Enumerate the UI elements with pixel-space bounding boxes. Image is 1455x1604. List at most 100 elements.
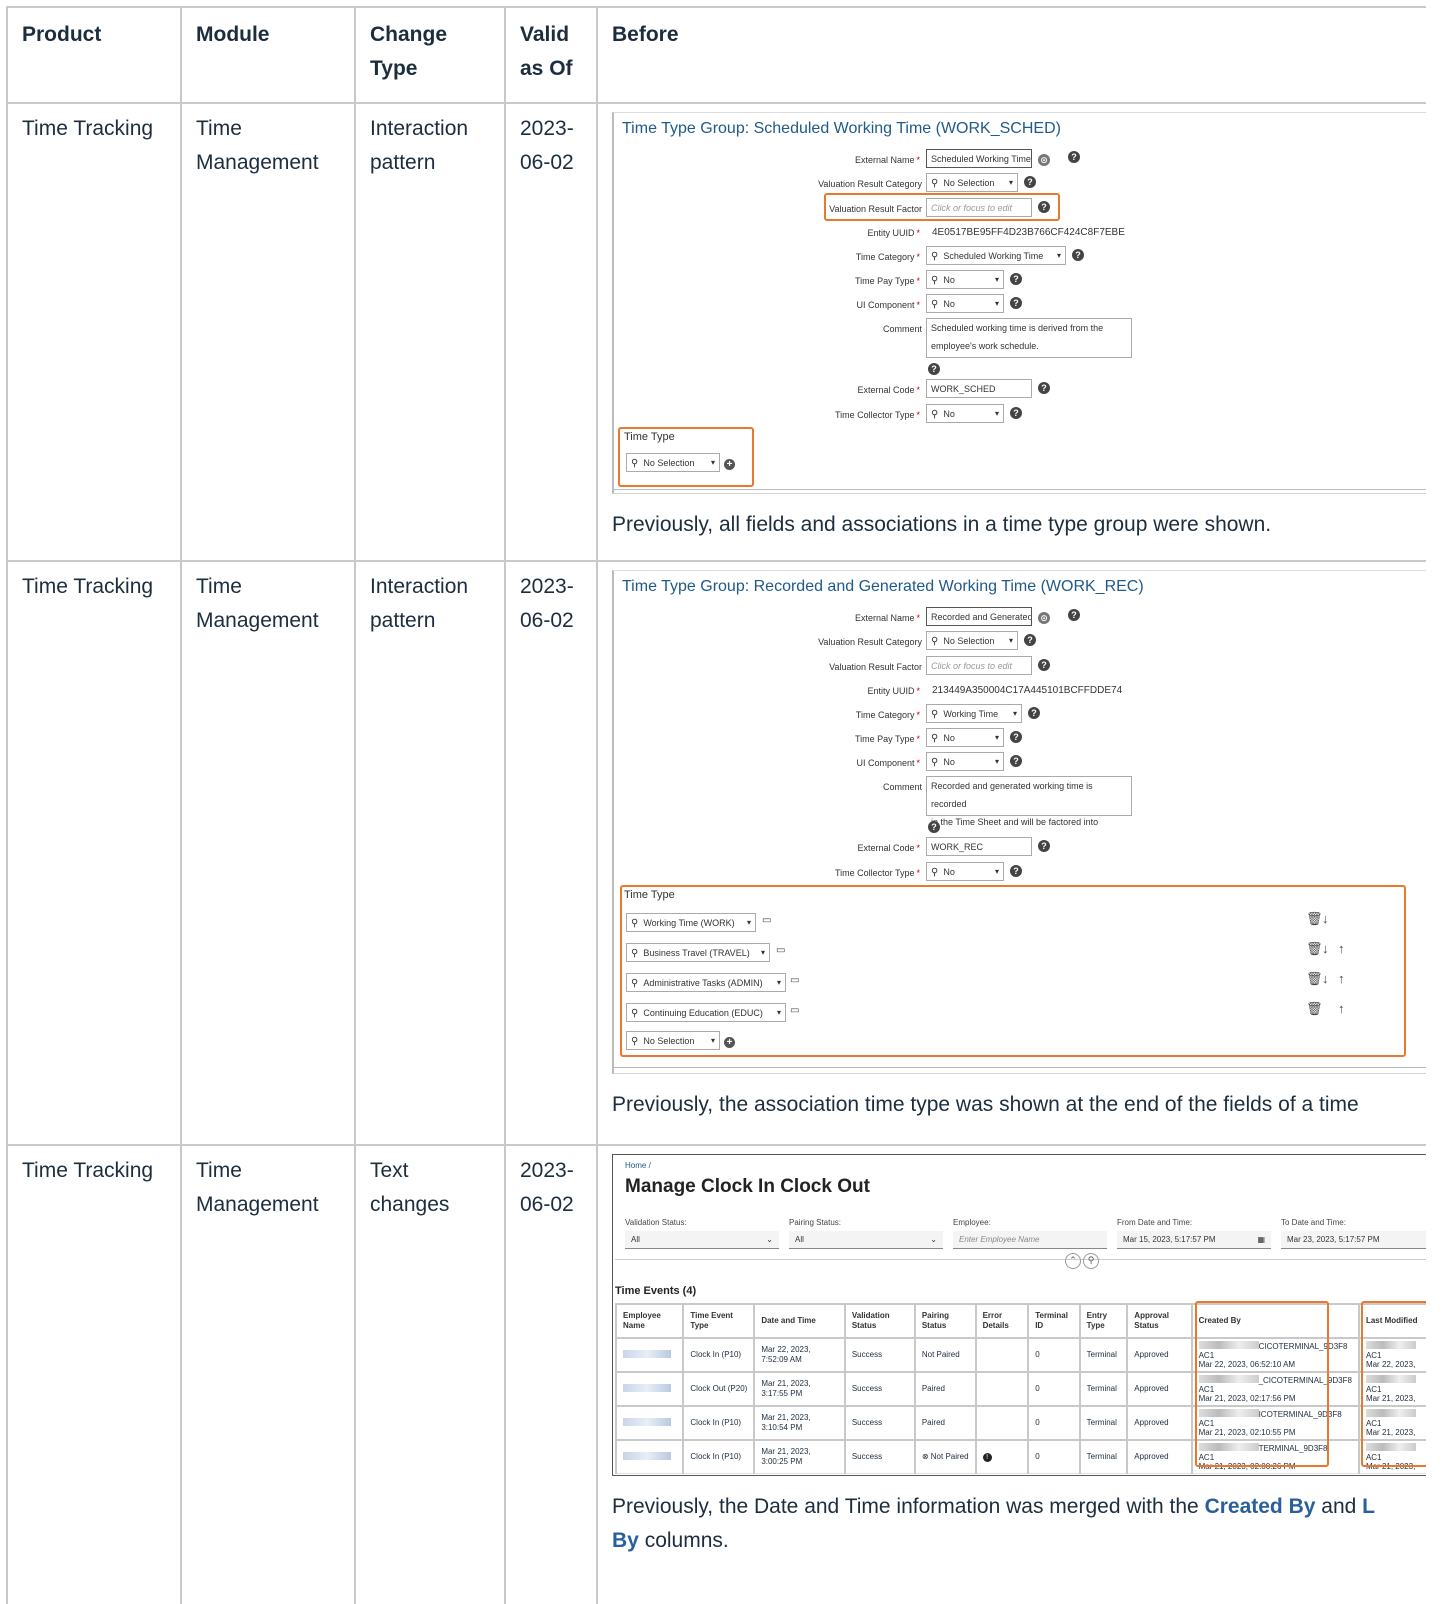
help-icon[interactable]: ? bbox=[1038, 840, 1050, 852]
chevron-down-icon: ⌄ bbox=[766, 1235, 773, 1244]
arrow-up-icon[interactable]: ↑ bbox=[1338, 942, 1345, 955]
col-validation[interactable]: Validation Status bbox=[843, 1303, 916, 1339]
help-icon[interactable]: ? bbox=[1010, 865, 1022, 877]
caption-continued: By columns. bbox=[612, 1529, 729, 1552]
group-title: Time Type Group: Recorded and Generated … bbox=[622, 578, 1144, 595]
divider bbox=[614, 489, 1426, 490]
time-type-select[interactable]: ⚲ Working Time (WORK) ▾ bbox=[626, 913, 756, 932]
arrow-down-icon[interactable]: ↓ bbox=[1322, 972, 1329, 985]
time-collector-select[interactable]: ⚲ No ▾ bbox=[926, 404, 1004, 423]
external-code-label: External Code * bbox=[857, 843, 920, 853]
comment-textarea[interactable]: Recorded and generated working time is r… bbox=[926, 776, 1132, 827]
help-icon[interactable]: ? bbox=[1038, 382, 1050, 394]
details-icon[interactable]: ▭ bbox=[790, 975, 799, 987]
breadcrumb[interactable]: Home / bbox=[625, 1160, 651, 1172]
ui-component-label: UI Component * bbox=[856, 758, 920, 768]
ui-component-select[interactable]: ⚲ No ▾ bbox=[926, 752, 1004, 771]
search-icon: ⚲ bbox=[931, 251, 939, 262]
last-modified-link[interactable]: L bbox=[1362, 1495, 1375, 1518]
validation-status-label: Validation Status: bbox=[625, 1218, 687, 1227]
help-icon[interactable]: ? bbox=[1024, 176, 1036, 188]
external-name-field[interactable]: Recorded and Generated bbox=[926, 607, 1032, 626]
help-icon[interactable]: ? bbox=[1028, 707, 1040, 719]
col-date-time[interactable]: Date and Time bbox=[753, 1303, 846, 1339]
time-type-select[interactable]: ⚲ Continuing Education (EDUC) ▾ bbox=[626, 1003, 786, 1022]
time-type-select[interactable]: ⚲ No Selection ▾ bbox=[626, 1031, 720, 1050]
col-employee[interactable]: Employee Name bbox=[614, 1303, 685, 1339]
pairing-status-select[interactable]: All ⌄ bbox=[789, 1231, 943, 1249]
col-approval[interactable]: Approval Status bbox=[1126, 1303, 1193, 1339]
help-icon[interactable]: ? bbox=[1024, 634, 1036, 646]
table-row: Time Tracking Time Management Text chang… bbox=[6, 1144, 1426, 1604]
help-icon[interactable]: ? bbox=[928, 821, 940, 833]
translate-icon[interactable]: ⊙ bbox=[1038, 154, 1050, 166]
col-event-type[interactable]: Time Event Type bbox=[682, 1303, 756, 1339]
employee-label: Employee: bbox=[953, 1218, 991, 1227]
valuation-factor-input[interactable]: Click or focus to edit bbox=[926, 198, 1032, 217]
time-type-select[interactable]: ⚲ Business Travel (TRAVEL) ▾ bbox=[626, 943, 770, 962]
col-error[interactable]: Error Details bbox=[974, 1303, 1030, 1339]
ui-component-select[interactable]: ⚲ No ▾ bbox=[926, 294, 1004, 313]
time-category-select[interactable]: ⚲ Working Time ▾ bbox=[926, 704, 1022, 723]
calendar-icon: ▦ bbox=[1257, 1235, 1265, 1244]
header-before: Before bbox=[596, 6, 1426, 104]
help-icon[interactable]: ? bbox=[928, 363, 940, 375]
col-pairing[interactable]: Pairing Status bbox=[913, 1303, 977, 1339]
external-name-field[interactable]: Scheduled Working Time bbox=[926, 149, 1032, 168]
help-icon[interactable]: ? bbox=[1072, 249, 1084, 261]
help-icon[interactable]: ? bbox=[1068, 609, 1080, 621]
time-type-select[interactable]: ⚲ Administrative Tasks (ADMIN) ▾ bbox=[626, 973, 786, 992]
time-pay-type-select[interactable]: ⚲ No ▾ bbox=[926, 728, 1004, 747]
help-icon[interactable]: ? bbox=[1038, 659, 1050, 671]
arrow-down-icon[interactable]: ↓ bbox=[1322, 912, 1329, 925]
translate-icon[interactable]: ⊙ bbox=[1038, 612, 1050, 624]
time-type-label: Time Type bbox=[624, 889, 675, 901]
help-icon[interactable]: ? bbox=[1010, 407, 1022, 419]
col-terminal[interactable]: Terminal ID bbox=[1027, 1303, 1081, 1339]
divider bbox=[614, 1067, 1426, 1068]
comment-textarea[interactable]: Scheduled working time is derived from t… bbox=[926, 318, 1132, 358]
pin-icon[interactable]: ⚲ bbox=[1083, 1253, 1099, 1269]
search-icon: ⚲ bbox=[631, 458, 639, 469]
delete-icon[interactable]: 🗑 bbox=[1306, 972, 1323, 985]
help-icon[interactable]: ? bbox=[1010, 755, 1022, 767]
delete-icon[interactable]: 🗑 bbox=[1306, 942, 1323, 955]
created-by-link[interactable]: Created By bbox=[1205, 1495, 1316, 1518]
to-date-input[interactable]: Mar 23, 2023, 5:17:57 PM bbox=[1281, 1231, 1426, 1249]
last-modified-link-tail[interactable]: By bbox=[612, 1529, 639, 1552]
from-date-input[interactable]: Mar 15, 2023, 5:17:57 PM ▦ bbox=[1117, 1231, 1271, 1249]
add-icon[interactable]: + bbox=[724, 1037, 735, 1048]
time-category-select[interactable]: ⚲ Scheduled Working Time ▾ bbox=[926, 246, 1066, 265]
time-pay-type-select[interactable]: ⚲ No ▾ bbox=[926, 270, 1004, 289]
help-icon[interactable]: ? bbox=[1038, 201, 1050, 213]
external-code-input[interactable]: WORK_SCHED bbox=[926, 379, 1032, 398]
add-icon[interactable]: + bbox=[724, 459, 735, 470]
external-code-input[interactable]: WORK_REC bbox=[926, 837, 1032, 856]
caption: Previously, the association time type wa… bbox=[612, 1093, 1359, 1116]
time-type-select[interactable]: ⚲ No Selection ▾ bbox=[626, 453, 720, 472]
time-collector-select[interactable]: ⚲ No ▾ bbox=[926, 862, 1004, 881]
details-icon[interactable]: ▭ bbox=[790, 1005, 799, 1017]
cell-product: Time Tracking bbox=[6, 102, 182, 562]
col-entry[interactable]: Entry Type bbox=[1078, 1303, 1129, 1339]
details-icon[interactable]: ▭ bbox=[762, 915, 771, 927]
help-icon[interactable]: ? bbox=[1010, 731, 1022, 743]
entity-uuid-value: 4E0517BE95FF4D23B766CF424C8F7EBE bbox=[932, 227, 1125, 238]
help-icon[interactable]: ? bbox=[1010, 273, 1022, 285]
help-icon[interactable]: ? bbox=[1010, 297, 1022, 309]
details-icon[interactable]: ▭ bbox=[776, 945, 785, 957]
validation-status-select[interactable]: All ⌄ bbox=[625, 1231, 779, 1249]
screenshot-recorded-working-time: Time Type Group: Recorded and Generated … bbox=[612, 570, 1426, 1074]
arrow-up-icon[interactable]: ↑ bbox=[1338, 1002, 1345, 1015]
help-icon[interactable]: ? bbox=[1068, 151, 1080, 163]
collapse-icon[interactable]: ⌃ bbox=[1065, 1253, 1081, 1269]
delete-icon[interactable]: 🗑 bbox=[1306, 1002, 1323, 1015]
valuation-category-select[interactable]: ⚲ No Selection ▾ bbox=[926, 631, 1018, 650]
employee-input[interactable]: Enter Employee Name bbox=[953, 1231, 1107, 1249]
arrow-up-icon[interactable]: ↑ bbox=[1338, 972, 1345, 985]
search-icon: ⚲ bbox=[931, 409, 939, 420]
delete-icon[interactable]: 🗑 bbox=[1306, 912, 1323, 925]
valuation-factor-input[interactable]: Click or focus to edit bbox=[926, 656, 1032, 675]
arrow-down-icon[interactable]: ↓ bbox=[1322, 942, 1329, 955]
valuation-category-select[interactable]: ⚲ No Selection ▾ bbox=[926, 173, 1018, 192]
